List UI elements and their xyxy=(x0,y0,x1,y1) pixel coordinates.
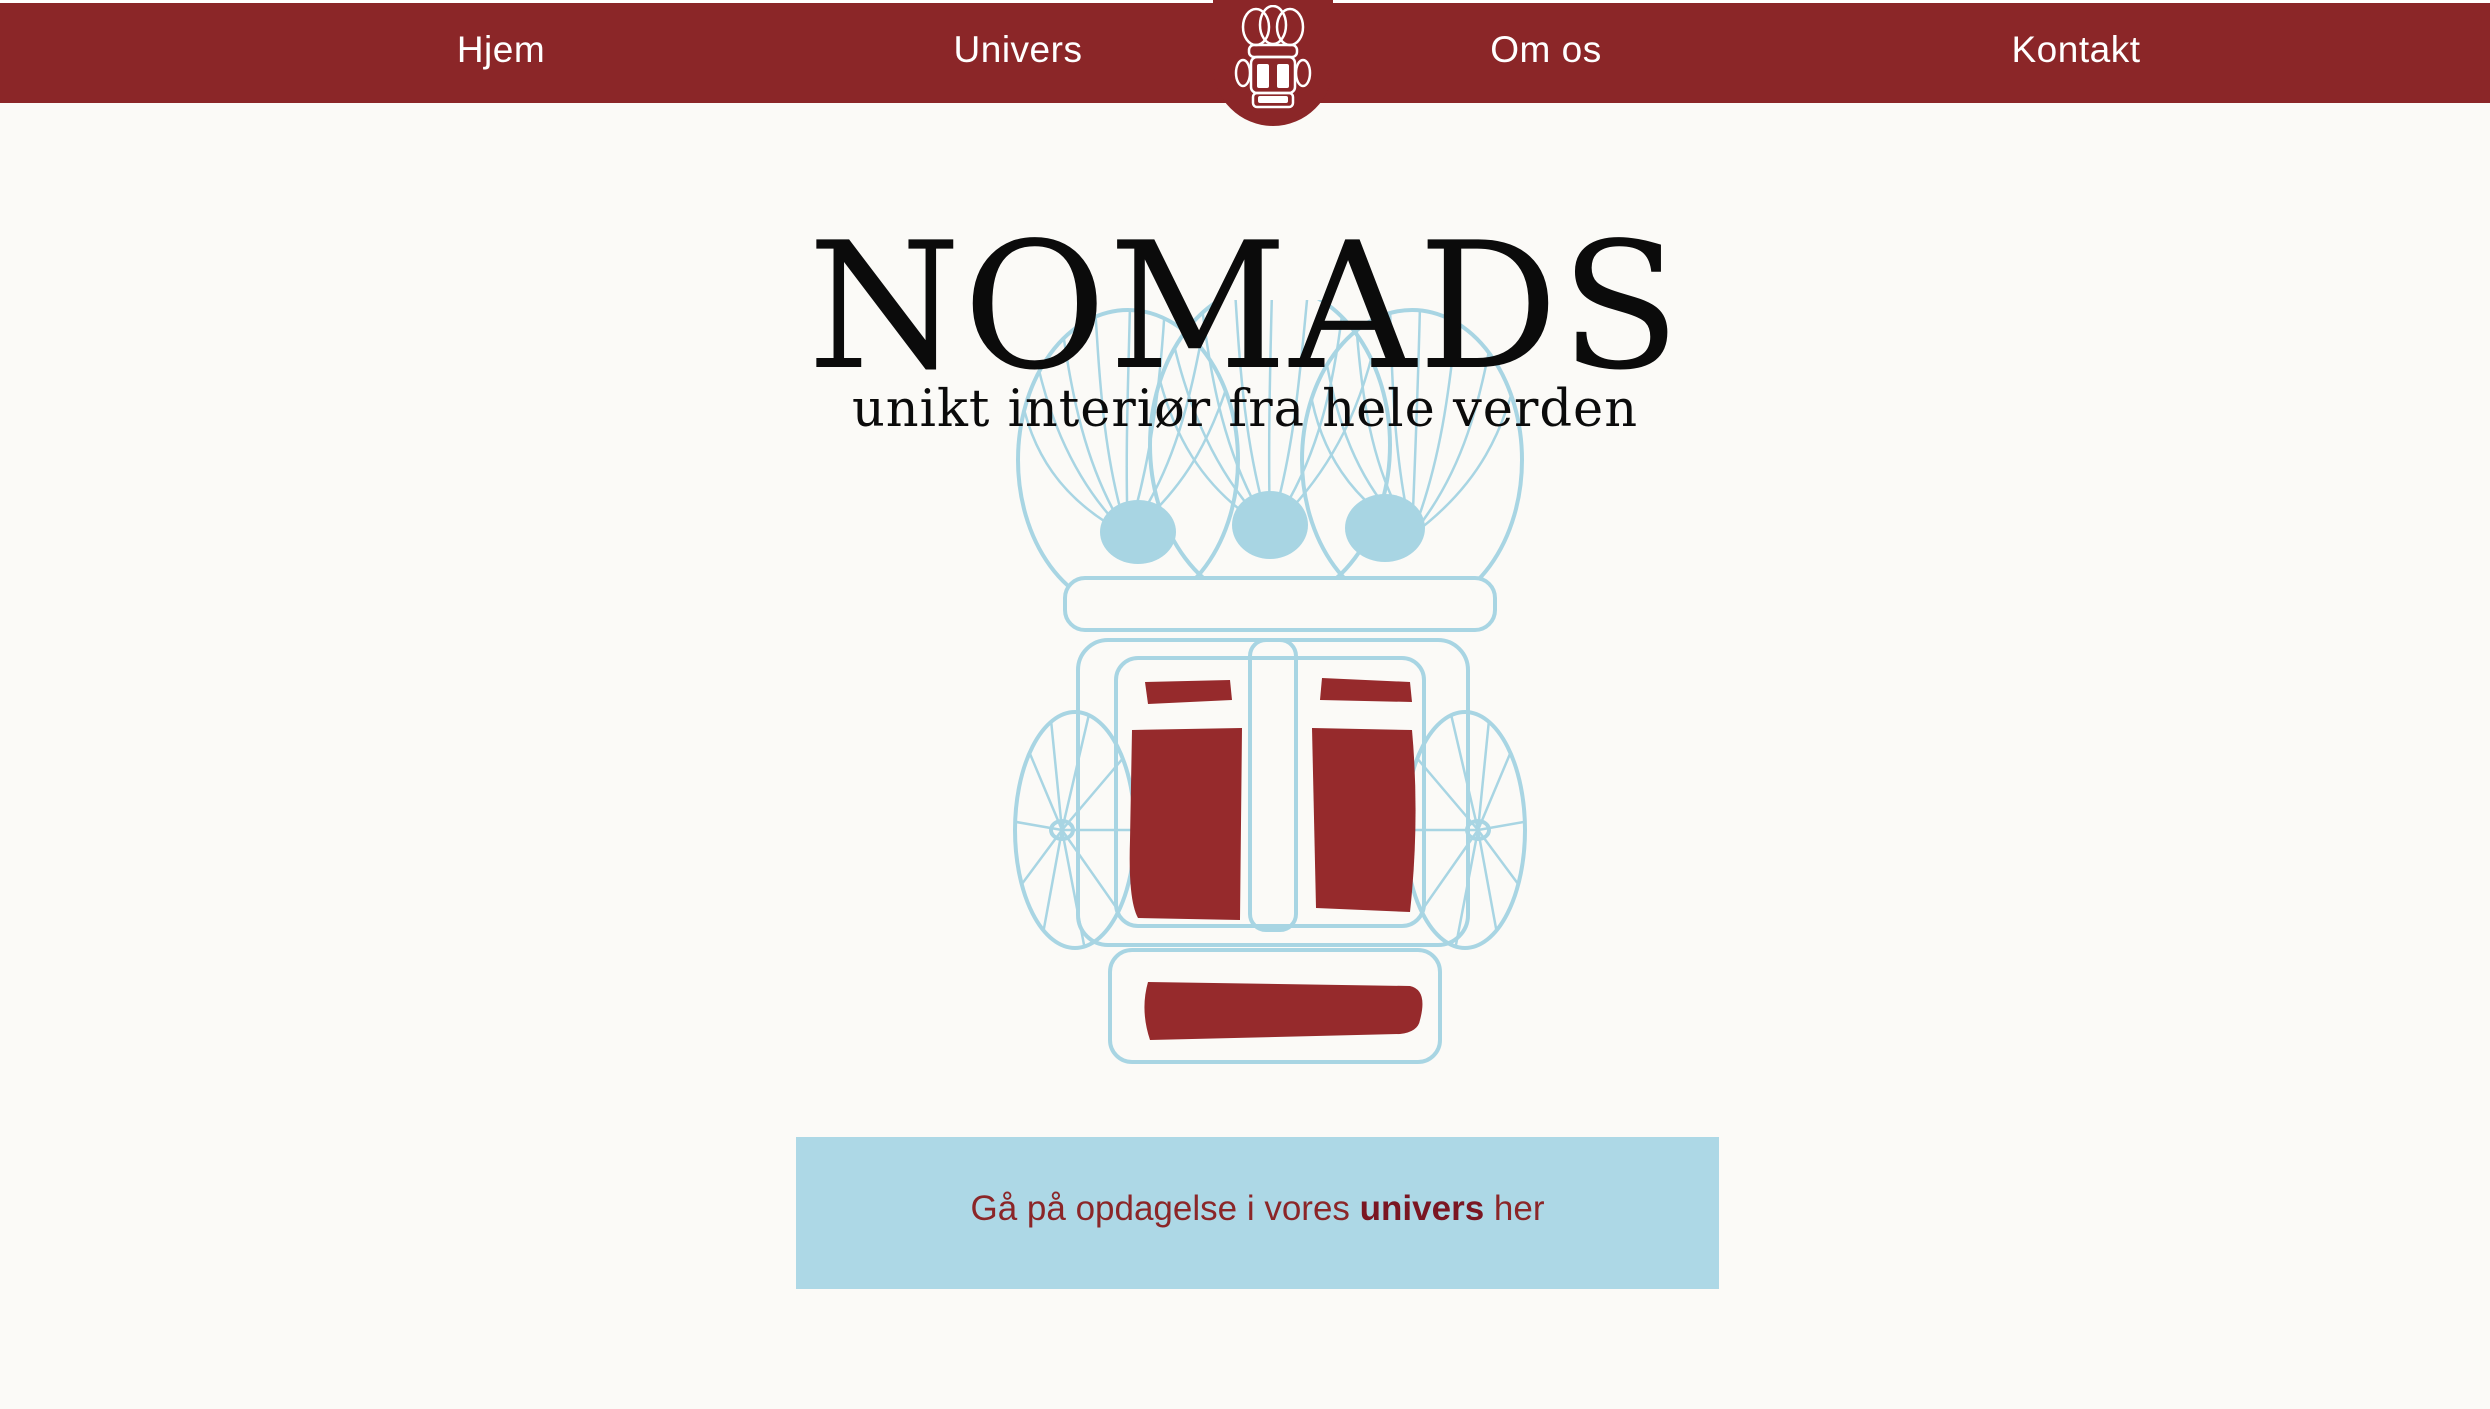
site-title: NOMADS xyxy=(807,206,1683,409)
nav-link-kontakt[interactable]: Kontakt xyxy=(2012,29,2141,71)
cta-suffix: her xyxy=(1493,1189,1545,1228)
cta-text: Gå på opdagelse i vores univers her xyxy=(796,1189,1719,1229)
home-logo-button[interactable] xyxy=(1213,0,1333,126)
site-tagline: unikt interiør fra hele verden xyxy=(851,380,1639,439)
explore-cta-banner: Gå på opdagelse i vores univers her xyxy=(796,1137,1719,1289)
tribal-mask-icon xyxy=(1234,5,1312,109)
cta-prefix: Gå på opdagelse i vores xyxy=(970,1189,1350,1228)
nav-link-om-os[interactable]: Om os xyxy=(1490,29,1601,71)
cta-univers-link[interactable]: univers xyxy=(1360,1189,1485,1228)
nav-link-univers[interactable]: Univers xyxy=(954,29,1083,71)
nav-link-hjem[interactable]: Hjem xyxy=(457,29,545,71)
